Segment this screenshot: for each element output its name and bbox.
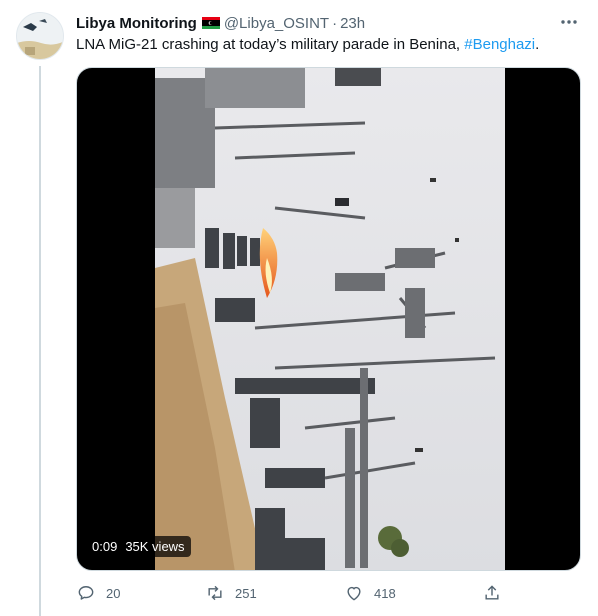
separator-dot: · (332, 14, 338, 32)
more-horizontal-icon (561, 20, 577, 24)
video-duration: 0:09 (92, 539, 118, 554)
reply-count: 20 (106, 585, 121, 601)
share-button[interactable] (482, 583, 512, 603)
video-player[interactable]: 0:09 35K views (76, 67, 581, 571)
video-info-badge: 0:09 35K views (86, 536, 191, 557)
like-count: 418 (374, 585, 396, 601)
avatar-image (17, 13, 63, 59)
libya-flag-icon (201, 17, 220, 29)
author-name[interactable]: Libya Monitoring (76, 15, 197, 32)
retweet-button[interactable]: 251 (205, 583, 257, 603)
retweet-count: 251 (235, 585, 257, 601)
more-options-button[interactable] (558, 12, 580, 32)
reply-button[interactable]: 20 (76, 583, 120, 603)
retweet-icon (208, 585, 222, 601)
author-handle[interactable]: @Libya_OSINT (224, 15, 329, 32)
avatar[interactable] (16, 12, 64, 60)
hashtag-link[interactable]: #Benghazi (464, 36, 535, 53)
tweet-header: Libya Monitoring @Libya_OSINT · 23h (76, 12, 578, 34)
timestamp[interactable]: 23h (340, 15, 365, 32)
heart-icon (347, 586, 361, 601)
tweet-text-end: . (535, 36, 540, 53)
thread-line (39, 66, 41, 616)
action-bar: 20 251 418 (72, 583, 512, 607)
tweet-text: LNA MiG-21 crashing at today’s military … (76, 35, 584, 55)
share-icon (485, 585, 499, 600)
like-button[interactable]: 418 (344, 583, 396, 603)
video-views: 35K views (125, 539, 185, 554)
reply-icon (78, 586, 94, 600)
video-thumbnail (155, 68, 505, 570)
tweet-text-body: LNA MiG-21 crashing at today’s military … (76, 36, 465, 53)
